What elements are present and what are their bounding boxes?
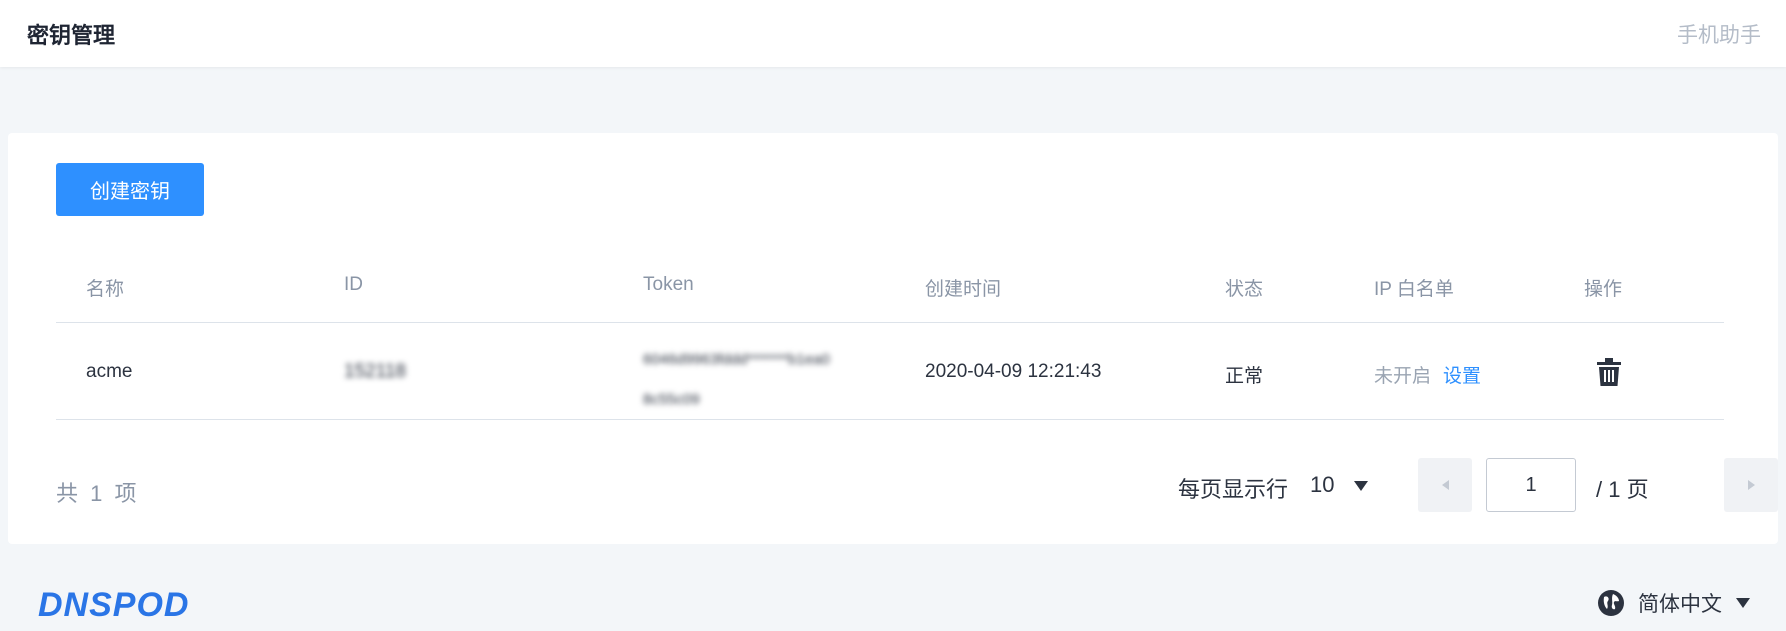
svg-text:DNSPOD: DNSPOD [38,586,189,622]
table-header: 名称 ID Token 创建时间 状态 IP 白名单 操作 [56,231,1724,323]
column-header-token: Token [643,274,694,295]
column-header-name: 名称 [86,279,125,300]
column-header-ip-whitelist: IP 白名单 [1374,279,1454,300]
column-header-actions: 操作 [1584,279,1623,300]
prev-page-button[interactable] [1418,458,1472,512]
key-token: 6046d9963fddd*******b1ea0 8c55c09 [643,340,913,420]
total-pages: / 1 页 [1596,477,1649,502]
trash-icon[interactable] [1596,358,1622,386]
page-number-input[interactable] [1486,458,1576,512]
page-title: 密钥管理 [27,22,116,48]
chevron-down-icon[interactable] [1354,481,1368,491]
language-selector[interactable]: 简体中文 [1596,588,1750,618]
table-row: acme 152118 6046d9963fddd*******b1ea0 8c… [56,323,1724,420]
language-label: 简体中文 [1638,593,1722,616]
column-header-id: ID [344,274,363,295]
key-created-time: 2020-04-09 12:21:43 [925,361,1102,382]
total-count: 共 1 项 [56,481,140,506]
key-id: 152118 [344,361,406,382]
page-size-label: 每页显示行 [1178,477,1289,502]
keys-table: 名称 ID Token 创建时间 状态 IP 白名单 操作 acme 15211… [56,231,1724,420]
next-page-button[interactable] [1724,458,1778,512]
dnspod-logo: DNSPOD [38,586,189,622]
mobile-helper-link[interactable]: 手机助手 [1677,19,1761,49]
column-header-created: 创建时间 [925,279,1002,300]
key-name: acme [86,361,133,382]
key-status: 正常 [1225,366,1264,387]
top-bar: 密钥管理 手机助手 [0,0,1786,67]
ip-whitelist-cell: 未开启 设置 [1374,361,1481,388]
chevron-down-icon [1736,598,1750,608]
key-token-line-1: 6046d9963fddd*******b1ea0 [643,351,830,368]
ip-whitelist-status: 未开启 [1374,366,1432,387]
chevron-left-icon [1442,480,1449,490]
create-key-button[interactable]: 创建密钥 [56,163,204,216]
column-header-status: 状态 [1225,279,1264,300]
key-token-line-2: 8c55c09 [643,391,700,408]
ip-whitelist-settings-link[interactable]: 设置 [1443,366,1481,387]
chevron-right-icon [1748,480,1755,490]
page-size-select[interactable]: 10 [1310,472,1334,498]
globe-icon [1598,590,1624,616]
keys-card: 创建密钥 名称 ID Token 创建时间 状态 IP 白名单 操作 acme … [8,133,1778,544]
